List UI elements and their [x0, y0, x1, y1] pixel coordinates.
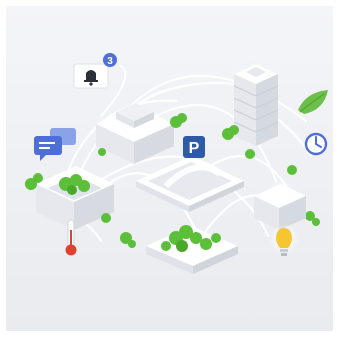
tower-building — [233, 64, 279, 146]
notification-count: 3 — [107, 56, 113, 67]
isometric-city-scene: 3 P — [6, 6, 333, 331]
smart-city-illustration: 3 P — [6, 6, 333, 331]
clock-icon — [304, 132, 328, 156]
parking-label: P — [189, 140, 200, 157]
lightbulb-icon — [268, 224, 300, 256]
parking-sign-icon: P — [183, 136, 205, 158]
